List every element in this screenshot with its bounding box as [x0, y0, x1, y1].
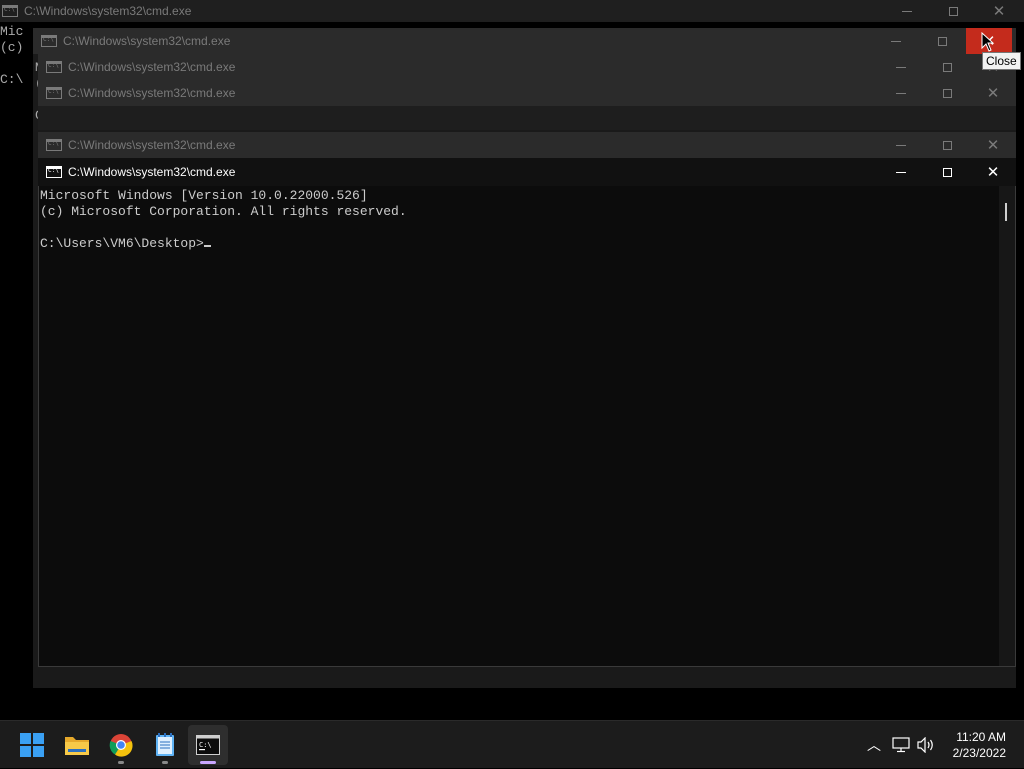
minimize-icon	[896, 171, 906, 173]
maximize-icon	[948, 6, 958, 16]
taskbar: C:\ ︿ 11:20 AM 2/23/2022	[0, 720, 1024, 768]
minimize-button[interactable]	[873, 28, 919, 54]
maximize-icon	[942, 140, 952, 150]
console-area[interactable]: Microsoft Windows [Version 10.0.22000.52…	[38, 186, 1016, 667]
cmd-app-icon: C:\	[46, 61, 62, 73]
cmd-app-icon: C:\	[46, 166, 62, 178]
cmd-window-4[interactable]: C:\ C:\Windows\system32\cmd.exe ✕	[38, 132, 1016, 158]
close-icon: ✕	[992, 1, 1006, 20]
chrome-icon	[109, 734, 133, 757]
cmd-window-3[interactable]: C:\ C:\Windows\system32\cmd.exe ✕	[38, 80, 1016, 130]
maximize-button[interactable]	[924, 158, 970, 186]
cmd-window-2[interactable]: C:\ C:\Windows\system32\cmd.exe ✕	[38, 54, 1016, 80]
background-window-title: C:\Windows\system32\cmd.exe	[24, 4, 192, 18]
svg-text:C:\: C:\	[199, 741, 212, 749]
close-icon: ✕	[986, 135, 1000, 154]
cmd-icon: C:\	[196, 735, 220, 755]
minimize-button[interactable]	[884, 0, 930, 22]
window-title: C:\Windows\system32\cmd.exe	[68, 138, 236, 152]
window-title: C:\Windows\system32\cmd.exe	[68, 60, 236, 74]
cmd-app-icon: C:\	[41, 35, 57, 47]
clock[interactable]: 11:20 AM 2/23/2022	[953, 729, 1006, 761]
active-window-titlebar[interactable]: C:\ C:\Windows\system32\cmd.exe ✕	[38, 158, 1016, 186]
maximize-button[interactable]	[924, 80, 970, 106]
start-button[interactable]	[12, 725, 52, 765]
maximize-button[interactable]	[919, 28, 965, 54]
text-cursor	[203, 245, 211, 247]
background-console-line: C:\	[0, 72, 24, 87]
background-window-titlebar[interactable]: C:\ C:\Windows\system32\cmd.exe ✕	[0, 0, 1024, 22]
console-line-1: Microsoft Windows [Version 10.0.22000.52…	[40, 188, 368, 203]
cmd-app-icon: C:\	[2, 5, 18, 17]
console-output[interactable]: Microsoft Windows [Version 10.0.22000.52…	[40, 188, 407, 252]
close-button[interactable]: ✕	[976, 0, 1022, 22]
window-3-titlebar[interactable]: C:\ C:\Windows\system32\cmd.exe ✕	[38, 80, 1016, 106]
minimize-icon	[902, 10, 912, 12]
minimize-icon	[896, 66, 906, 68]
maximize-icon	[942, 62, 952, 72]
minimize-button[interactable]	[878, 132, 924, 158]
background-cmd-window[interactable]: C:\ C:\Windows\system32\cmd.exe ✕	[0, 0, 1024, 22]
active-window-title: C:\Windows\system32\cmd.exe	[68, 165, 236, 179]
volume-button[interactable]	[915, 721, 937, 769]
maximize-icon	[942, 88, 952, 98]
window-1-titlebar[interactable]: C:\ C:\Windows\system32\cmd.exe ✕	[33, 28, 1016, 54]
window-title: C:\Windows\system32\cmd.exe	[68, 86, 236, 100]
console-line-2: (c) Microsoft Corporation. All rights re…	[40, 204, 407, 219]
notepad-icon	[156, 733, 174, 756]
close-button[interactable]: ✕	[970, 158, 1016, 186]
maximize-icon	[942, 167, 952, 177]
maximize-icon	[937, 36, 947, 46]
command-prompt-button[interactable]: C:\	[188, 725, 228, 765]
show-hidden-icons-button[interactable]: ︿	[864, 721, 884, 769]
window-2-titlebar[interactable]: C:\ C:\Windows\system32\cmd.exe ✕	[38, 54, 1016, 80]
close-button[interactable]: ✕	[970, 80, 1016, 106]
background-console-line: (c)	[0, 40, 24, 55]
maximize-button[interactable]	[930, 0, 976, 22]
clock-date: 2/23/2022	[952, 746, 1006, 760]
minimize-button[interactable]	[878, 80, 924, 106]
cmd-app-icon: C:\	[46, 139, 62, 151]
minimize-button[interactable]	[878, 158, 924, 186]
network-button[interactable]	[891, 721, 911, 769]
volume-icon	[917, 737, 933, 753]
console-prompt: C:\Users\VM6\Desktop>	[40, 236, 204, 251]
clock-time: 11:20 AM	[956, 730, 1006, 744]
window-title: C:\Windows\system32\cmd.exe	[63, 34, 231, 48]
mouse-pointer-icon	[981, 32, 995, 52]
chrome-button[interactable]	[101, 725, 141, 765]
active-cmd-window[interactable]: C:\ C:\Windows\system32\cmd.exe ✕	[38, 158, 1016, 186]
cmd-app-icon: C:\	[46, 87, 62, 99]
close-icon: ✕	[986, 162, 1000, 181]
file-explorer-button[interactable]	[57, 725, 97, 765]
folder-icon	[65, 737, 89, 755]
minimize-button[interactable]	[878, 54, 924, 80]
minimize-icon	[896, 144, 906, 146]
close-icon: ✕	[986, 83, 1000, 102]
background-console-line: Mic	[0, 24, 24, 39]
network-icon	[892, 737, 910, 753]
notepad-button[interactable]	[145, 725, 185, 765]
minimize-icon	[891, 40, 901, 42]
windows-logo-icon	[20, 733, 44, 757]
vertical-scrollbar[interactable]	[999, 186, 1015, 666]
minimize-icon	[896, 92, 906, 94]
window-4-titlebar[interactable]: C:\ C:\Windows\system32\cmd.exe ✕	[38, 132, 1016, 158]
close-tooltip: Close	[982, 52, 1021, 70]
close-button[interactable]: ✕	[970, 132, 1016, 158]
maximize-button[interactable]	[924, 132, 970, 158]
scrollbar-thumb[interactable]	[1005, 203, 1007, 221]
maximize-button[interactable]	[924, 54, 970, 80]
chevron-up-icon: ︿	[867, 738, 881, 754]
desktop: C:\ C:\Windows\system32\cmd.exe ✕ Mic (c…	[0, 0, 1024, 720]
